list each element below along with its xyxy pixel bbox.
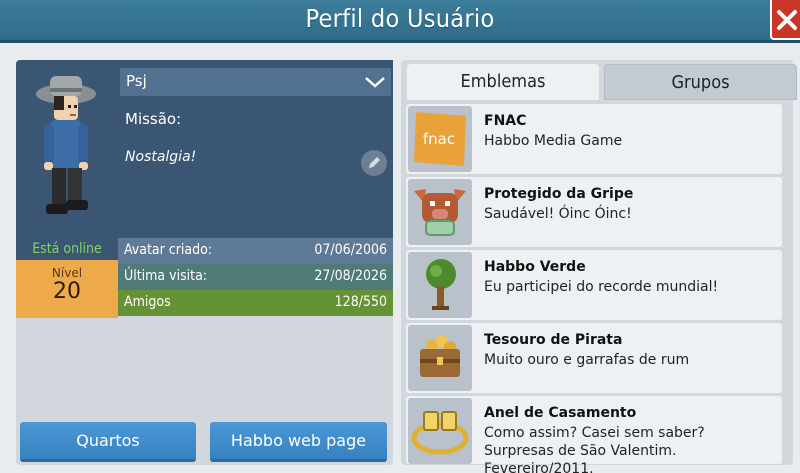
wedding-ring-badge-icon [411, 411, 469, 455]
stat-label: Amigos [124, 294, 171, 310]
badge-desc: Muito ouro e garrafas de rum [484, 352, 690, 368]
stat-last-visit: Última visita: 27/08/2026 [118, 264, 393, 290]
mission-label: Missão: [125, 110, 182, 128]
tree-badge-icon [426, 259, 456, 310]
close-button[interactable] [770, 0, 800, 40]
pencil-icon [369, 157, 380, 168]
profile-panel: Está online Nível 20 Psj Missão: Nostalg… [16, 60, 393, 465]
tab-groups[interactable]: Grupos [604, 64, 797, 100]
stat-friends[interactable]: Amigos 128/550 [118, 290, 393, 316]
treasure-chest-badge-icon [420, 335, 460, 377]
badge-image [408, 179, 472, 245]
online-status: Está online [16, 238, 118, 260]
window-content: Está online Nível 20 Psj Missão: Nostalg… [0, 46, 800, 473]
list-item[interactable]: Anel de Casamento Como assim? Casei sem … [406, 396, 782, 473]
webpage-button[interactable]: Habbo web page [210, 422, 387, 462]
close-x-icon [777, 10, 797, 30]
badge-title: FNAC [484, 113, 527, 129]
badge-image: fnac [408, 106, 472, 172]
badge-title: Habbo Verde [484, 259, 586, 275]
chevron-down-icon [365, 77, 385, 88]
badge-desc: Eu participei do recorde mundial! [484, 279, 719, 295]
user-name: Psj [126, 72, 147, 90]
motto-text: Nostalgia! [125, 149, 197, 165]
stat-label: Avatar criado: [124, 242, 213, 258]
name-dropdown[interactable]: Psj [120, 68, 391, 96]
list-item[interactable]: Tesouro de Pirata Muito ouro e garrafas … [406, 323, 782, 393]
badge-title: Protegido da Gripe [484, 186, 634, 202]
avatar-figure-icon [36, 76, 96, 214]
badge-image [408, 252, 472, 318]
avatar [16, 60, 118, 238]
window-title: Perfil do Usuário [305, 4, 495, 33]
rooms-button[interactable]: Quartos [20, 422, 196, 462]
stat-label: Última visita: [124, 268, 208, 284]
pig-mask-badge-icon [414, 189, 466, 236]
level-label: Nível [51, 266, 83, 280]
badge-image [408, 398, 472, 464]
fnac-logo-text: fnac [423, 130, 455, 148]
profile-info: Psj Missão: Nostalgia! [118, 60, 393, 238]
profile-window: Perfil do Usuário Está online Nível 20 P… [0, 0, 800, 473]
stat-created: Avatar criado: 07/06/2006 [118, 238, 393, 264]
title-bar[interactable]: Perfil do Usuário [0, 0, 800, 43]
badge-title: Anel de Casamento [484, 405, 637, 421]
badges-panel: Emblemas Grupos fnac FNAC Habbo Media Ga… [401, 60, 797, 473]
stat-value: 27/08/2026 [314, 268, 387, 284]
badge-image [408, 325, 472, 391]
edit-motto-button[interactable] [361, 150, 387, 176]
badge-desc: Como assim? Casei sem saber? Surpresas d… [484, 425, 705, 473]
list-item[interactable]: fnac FNAC Habbo Media Game [406, 104, 782, 174]
list-item[interactable]: Habbo Verde Eu participei do recorde mun… [406, 250, 782, 320]
list-item[interactable]: Protegido da Gripe Saudável! Óinc Óinc! [406, 177, 782, 247]
badge-title: Tesouro de Pirata [484, 332, 623, 348]
stat-value: 07/06/2006 [314, 242, 387, 258]
level-box: Nível 20 [16, 260, 118, 318]
badge-desc: Habbo Media Game [484, 133, 623, 149]
tab-badges[interactable]: Emblemas [407, 64, 599, 100]
stat-value: 128/550 [334, 294, 387, 310]
level-value: 20 [53, 279, 81, 304]
badge-desc: Saudável! Óinc Óinc! [484, 206, 632, 222]
fnac-badge-icon: fnac [414, 112, 466, 166]
